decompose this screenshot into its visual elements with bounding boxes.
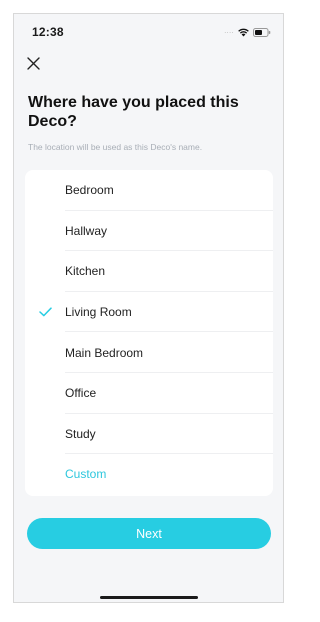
page-subtitle: The location will be used as this Deco's… — [28, 142, 203, 152]
battery-icon — [253, 27, 271, 37]
location-option-label: Kitchen — [65, 264, 106, 279]
next-button[interactable]: Next — [27, 518, 271, 549]
location-option[interactable]: Main Bedroom — [25, 332, 273, 373]
location-option-label: Bedroom — [65, 183, 114, 198]
check-icon — [39, 307, 52, 317]
location-option[interactable]: Living Room — [25, 292, 273, 333]
status-icons: .... — [224, 26, 271, 38]
location-option[interactable]: Office — [25, 373, 273, 414]
location-option[interactable]: Hallway — [25, 211, 273, 252]
location-option-label: Main Bedroom — [65, 345, 144, 360]
location-list: Bedroom Hallway Kitchen Living Room Main Bed… — [25, 170, 273, 496]
location-option-label: Living Room — [65, 305, 132, 320]
phone-screen: 12:38 .... Where have you placed this De… — [13, 13, 284, 603]
location-option-label: Study — [65, 426, 96, 441]
status-time: 12:38 — [32, 25, 64, 39]
location-option[interactable]: Study — [25, 414, 273, 455]
location-option[interactable]: Custom — [25, 454, 273, 495]
location-option-label: Office — [65, 386, 97, 401]
location-option-label: Custom — [65, 467, 107, 482]
status-bar: 12:38 .... — [14, 14, 283, 50]
page-title: Where have you placed this Deco? — [28, 94, 239, 130]
location-option[interactable]: Kitchen — [25, 251, 273, 292]
location-option-label: Hallway — [65, 223, 108, 238]
signal-icon: .... — [224, 28, 234, 35]
close-button[interactable] — [24, 54, 42, 72]
location-option[interactable]: Bedroom — [25, 170, 273, 211]
wifi-icon — [238, 28, 249, 37]
close-icon — [26, 56, 40, 70]
home-indicator — [100, 596, 198, 599]
